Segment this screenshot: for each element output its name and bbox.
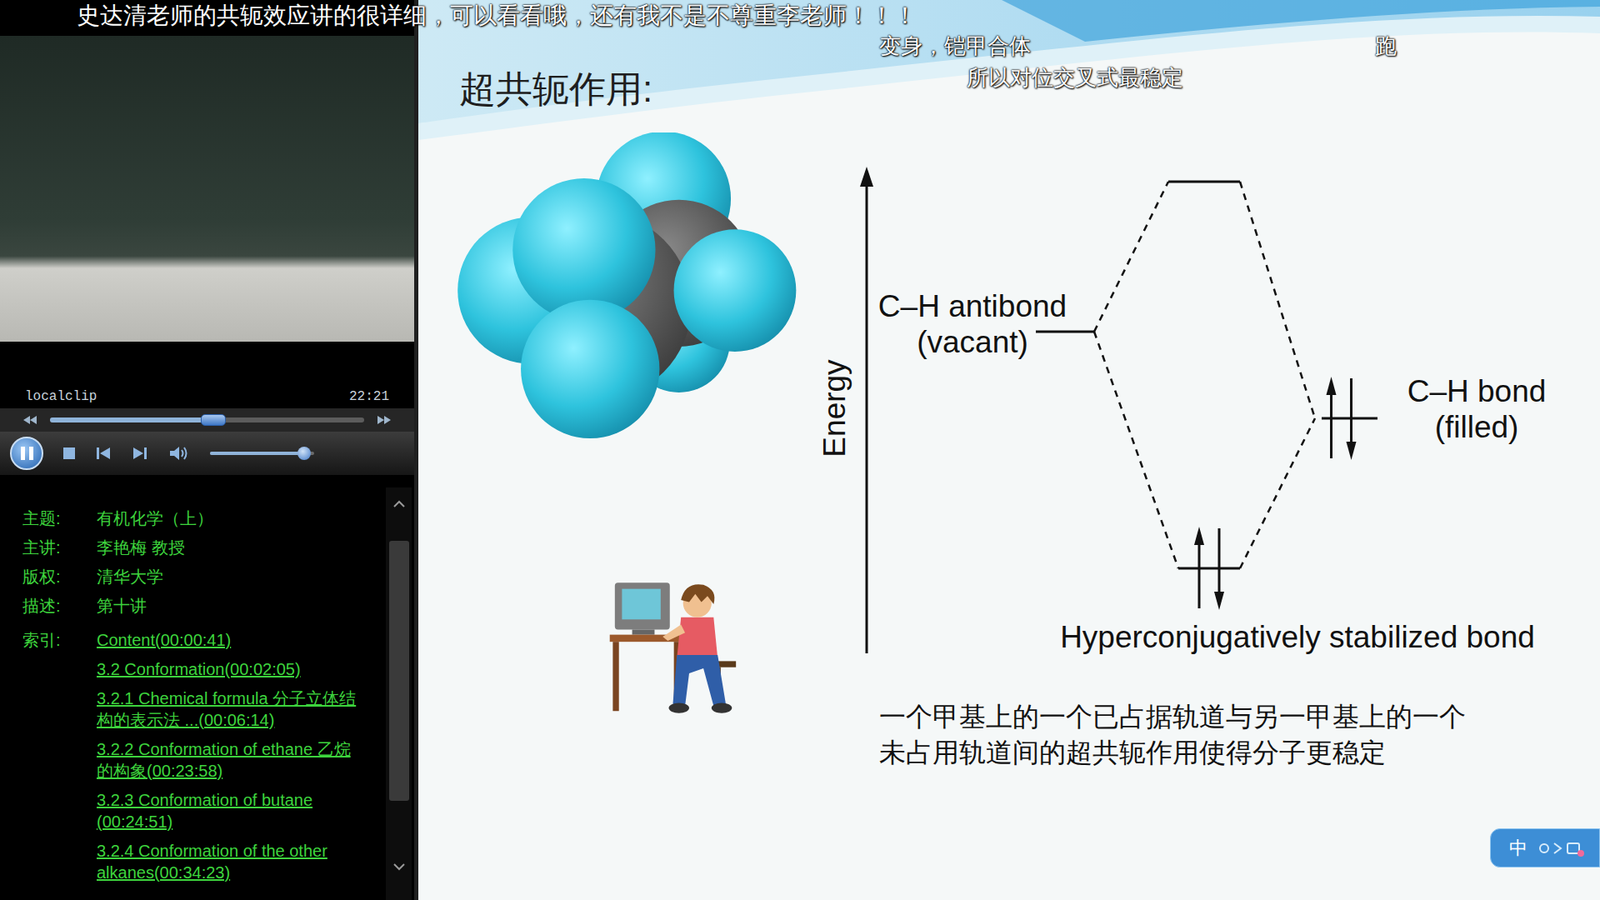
- input-method-badge[interactable]: 中: [1490, 828, 1600, 868]
- electron-up-arrow: [1330, 391, 1333, 459]
- scroll-thumb[interactable]: [389, 540, 410, 801]
- next-icon[interactable]: [131, 445, 150, 461]
- info-label: 主讲:: [22, 533, 97, 563]
- stop-icon[interactable]: [61, 445, 77, 461]
- info-value: 第十讲: [96, 591, 386, 621]
- progress-knob[interactable]: [200, 414, 226, 426]
- info-label: 描述:: [22, 591, 97, 621]
- index-list: Content(00:00:41) 3.2 Conformation(00:02:…: [96, 629, 364, 884]
- fast-forward-icon[interactable]: [375, 415, 393, 425]
- stabilized-label: Hyperconjugatively stabilized bond: [1001, 619, 1594, 656]
- info-row: 描述:第十讲: [22, 591, 386, 621]
- index-label: 索引:: [22, 629, 97, 884]
- label-line: C–H bond: [1407, 373, 1547, 410]
- energy-level: [1035, 330, 1095, 334]
- energy-level: [1178, 567, 1240, 570]
- rewind-icon[interactable]: [21, 415, 39, 425]
- slide: 超共轭作用:EnergyC–H antibond(vacant)C–H bond…: [418, 0, 1600, 900]
- info-label: 主题:: [22, 504, 97, 534]
- slide-title: 超共轭作用:: [459, 66, 653, 112]
- info-value: 李艳梅 教授: [96, 533, 386, 563]
- bond-label: C–H bond(filled): [1376, 373, 1577, 445]
- index-row: 索引:Content(00:00:41) 3.2 Conformation(00:…: [22, 629, 386, 884]
- electron-down-arrow: [1350, 378, 1353, 445]
- info-value: 有机化学（上）: [96, 504, 386, 534]
- info-row: 主讲:李艳梅 教授: [22, 533, 386, 563]
- antibond-label: C–H antibond(vacant): [851, 288, 1094, 360]
- button-row: [0, 431, 415, 475]
- index-link[interactable]: Content(00:00:41): [96, 629, 364, 651]
- info-row: 版权:清华大学: [22, 562, 386, 592]
- electron-down-arrow: [1218, 528, 1221, 595]
- info-label: 版权:: [22, 562, 97, 592]
- correlation-line: [1240, 418, 1315, 569]
- energy-level: [1321, 417, 1378, 420]
- index-link[interactable]: 3.2.4 Conformation of the other alkanes(…: [96, 840, 364, 884]
- correlation-line: [1094, 331, 1179, 569]
- badge-text: 中: [1509, 836, 1528, 860]
- arrowhead: [1326, 376, 1337, 395]
- electron-pair: [1326, 376, 1357, 460]
- volume-track[interactable]: [210, 451, 315, 455]
- label-line: C–H antibond: [878, 288, 1067, 325]
- index-link[interactable]: 3.2 Conformation(00:02:05): [96, 658, 364, 680]
- clip-row: localclip 22:21: [0, 341, 415, 409]
- volume-fill: [210, 451, 305, 455]
- correlation-line: [1240, 181, 1315, 419]
- scroll-down-icon[interactable]: [392, 850, 406, 884]
- arrowhead: [1214, 591, 1225, 610]
- caption-line: 未占用轨道间的超共轭作用使得分子更稳定: [879, 735, 1466, 771]
- pause-bar: [20, 446, 25, 460]
- label-line: (filled): [1435, 409, 1520, 445]
- progress-fill: [50, 417, 214, 423]
- player-controls: localclip 22:21: [0, 341, 415, 488]
- pause-button[interactable]: [10, 436, 44, 470]
- pause-bar: [29, 446, 34, 460]
- axis-arrowhead: [860, 166, 874, 187]
- player-window: localclip 22:21 主题:有机化学（上）主讲:李艳梅 教授版权:清华大…: [0, 0, 1600, 900]
- slide-caption: 一个甲基上的一个已占据轨道与另一甲基上的一个未占用轨道间的超共轭作用使得分子更稳…: [879, 699, 1466, 771]
- left-column: localclip 22:21 主题:有机化学（上）主讲:李艳梅 教授版权:清华大…: [0, 0, 415, 900]
- molecule-model: [449, 132, 807, 439]
- danmaku-comment: 变身，铠甲合体: [879, 31, 1031, 60]
- electron-pair: [1194, 526, 1225, 610]
- clip-name: localclip: [25, 386, 97, 407]
- danmaku-comment: 所以对位交叉式最稳定: [966, 63, 1184, 92]
- danmaku-comment: 史达清老师的共轭效应讲的很详细，可以看看哦，还有我不是不尊重李老师！！！: [76, 1, 917, 30]
- axis-label: Energy: [816, 358, 854, 459]
- scroll-up-icon[interactable]: [392, 487, 406, 521]
- video-frame[interactable]: [0, 35, 415, 342]
- progress-row: [0, 408, 415, 432]
- progress-track[interactable]: [50, 417, 365, 423]
- previous-icon[interactable]: [95, 445, 114, 461]
- arrowhead: [1346, 441, 1357, 460]
- volume-icon[interactable]: [168, 444, 190, 463]
- energy-level: [1168, 180, 1240, 184]
- info-row: 主题:有机化学（上）: [22, 504, 386, 534]
- index-link[interactable]: 3.2.1 Chemical formula 分子立体结构的表示法 ...(00…: [96, 687, 364, 731]
- electron-up-arrow: [1198, 541, 1201, 609]
- clip-time: 22:21: [349, 386, 390, 407]
- toolbar-icon: [1535, 838, 1586, 859]
- index-link[interactable]: 3.2.3 Conformation of butane (00:24:51): [96, 789, 364, 833]
- caption-line: 一个甲基上的一个已占据轨道与另一甲基上的一个: [879, 699, 1466, 735]
- energy-axis: [865, 180, 869, 654]
- arrowhead: [1194, 526, 1205, 545]
- person-at-computer-icon: [606, 576, 745, 720]
- info-panel: 主题:有机化学（上）主讲:李艳梅 教授版权:清华大学描述:第十讲索引:Conte…: [0, 487, 415, 900]
- label-line: (vacant): [916, 324, 1029, 360]
- danmaku-comment: 跑: [1375, 31, 1397, 60]
- correlation-line: [1094, 181, 1169, 332]
- info-value: 清华大学: [96, 562, 386, 592]
- volume-knob[interactable]: [297, 446, 311, 460]
- info-content: 主题:有机化学（上）主讲:李艳梅 教授版权:清华大学描述:第十讲索引:Conte…: [0, 487, 386, 900]
- scrollbar[interactable]: [385, 487, 412, 900]
- index-link[interactable]: 3.2.2 Conformation of ethane 乙烷的构象(00:23…: [96, 738, 364, 782]
